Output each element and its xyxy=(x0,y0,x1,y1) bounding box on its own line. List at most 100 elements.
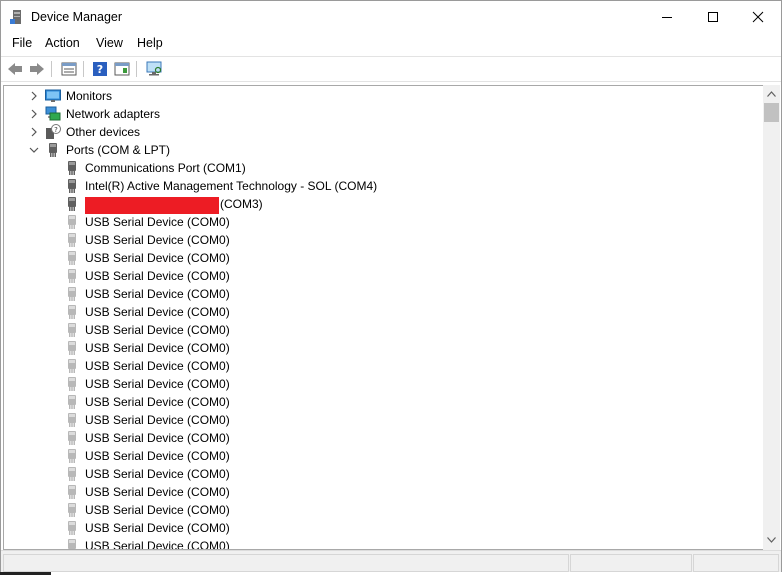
toolbar-separator xyxy=(83,61,84,77)
port-device-row[interactable]: USB Serial Device (COM0) xyxy=(4,249,763,267)
port-device-label: USB Serial Device (COM0) xyxy=(85,341,230,355)
tree-category-other-devices[interactable]: ? Other devices xyxy=(4,123,763,141)
back-icon xyxy=(8,63,22,75)
menu-view[interactable]: View xyxy=(96,36,123,50)
port-device-label: USB Serial Device (COM0) xyxy=(85,305,230,319)
help-icon: ? xyxy=(93,62,107,76)
port-device-row[interactable]: USB Serial Device (COM0) xyxy=(4,357,763,375)
close-button[interactable] xyxy=(735,1,781,33)
chevron-up-icon xyxy=(767,90,776,97)
port-device-label: Intel(R) Active Management Technology - … xyxy=(85,179,378,193)
toolbar: ? xyxy=(1,56,781,82)
port-device-row[interactable]: USB Serial Device (COM0) xyxy=(4,429,763,447)
port-device-row[interactable]: USB Serial Device (COM0) xyxy=(4,375,763,393)
port-device-label: USB Serial Device (COM0) xyxy=(85,269,230,283)
port-device-row[interactable]: USB Serial Device (COM0) xyxy=(4,519,763,537)
view-icon xyxy=(114,62,130,76)
scan-hardware-button[interactable] xyxy=(145,60,163,78)
port-device-row[interactable]: USB Serial Device (COM0) xyxy=(4,465,763,483)
port-device-icon xyxy=(68,179,76,193)
port-device-row[interactable]: USB Serial Device (COM0) xyxy=(4,303,763,321)
monitor-icon xyxy=(45,89,61,102)
other-devices-icon: ? xyxy=(46,124,61,139)
vertical-scrollbar[interactable] xyxy=(763,85,780,550)
port-device-row[interactable]: USB Serial Device (COM0) xyxy=(4,501,763,519)
port-device-icon xyxy=(68,449,76,463)
tree-category-monitors[interactable]: Monitors xyxy=(4,87,763,105)
port-device-row[interactable]: USB Serial Device (COM0) xyxy=(4,213,763,231)
scan-monitor-icon xyxy=(146,61,162,76)
port-device-label: USB Serial Device (COM0) xyxy=(85,395,230,409)
scroll-down-button[interactable] xyxy=(763,531,780,548)
port-device-row[interactable]: Intel(R) Active Management Technology - … xyxy=(4,177,763,195)
port-device-row[interactable]: USB Serial Device (COM0) xyxy=(4,285,763,303)
port-device-label: USB Serial Device (COM0) xyxy=(85,449,230,463)
port-device-label: USB Serial Device (COM0) xyxy=(85,467,230,481)
port-device-icon xyxy=(68,251,76,265)
port-device-icon xyxy=(68,431,76,445)
port-device-row[interactable]: USB Serial Device (COM0) xyxy=(4,393,763,411)
chevron-right-icon[interactable] xyxy=(29,109,39,119)
scroll-up-button[interactable] xyxy=(763,85,780,102)
view-button[interactable] xyxy=(113,60,131,78)
back-button[interactable] xyxy=(6,60,24,78)
port-device-label: USB Serial Device (COM0) xyxy=(85,233,230,247)
forward-button[interactable] xyxy=(28,60,46,78)
port-device-row[interactable]: USB Serial Device (COM0) xyxy=(4,537,763,550)
port-device-icon xyxy=(68,503,76,517)
device-manager-window: Device Manager File Action View Help ? M… xyxy=(0,0,782,574)
minimize-button[interactable] xyxy=(644,1,690,33)
tree-category-label: Ports (COM & LPT) xyxy=(66,143,171,157)
status-panel-main xyxy=(3,554,569,572)
port-device-row[interactable]: USB Serial Device (COM0) xyxy=(4,411,763,429)
redaction-block xyxy=(85,197,219,214)
device-manager-app-icon xyxy=(10,10,21,24)
menu-action[interactable]: Action xyxy=(45,36,80,50)
menu-file[interactable]: File xyxy=(12,36,32,50)
menu-help[interactable]: Help xyxy=(137,36,163,50)
port-device-row[interactable]: USB Serial Device (COM0) xyxy=(4,267,763,285)
scrollbar-thumb[interactable] xyxy=(764,103,779,122)
port-device-row[interactable]: USB Serial Device (COM0) xyxy=(4,321,763,339)
maximize-button[interactable] xyxy=(690,1,736,33)
port-device-icon xyxy=(68,521,76,535)
port-device-icon xyxy=(68,395,76,409)
port-device-label: USB Serial Device (COM0) xyxy=(85,539,230,550)
help-button[interactable]: ? xyxy=(91,60,109,78)
tree-category-network-adapters[interactable]: Network adapters xyxy=(4,105,763,123)
svg-text:?: ? xyxy=(97,63,103,76)
window-title: Device Manager xyxy=(31,10,123,24)
port-device-icon xyxy=(68,485,76,499)
port-device-label: Communications Port (COM1) xyxy=(85,161,246,175)
title-bar: Device Manager xyxy=(1,1,781,33)
chevron-right-icon[interactable] xyxy=(29,127,39,137)
toolbar-separator xyxy=(51,61,52,77)
port-device-icon xyxy=(68,269,76,283)
port-device-row[interactable]: Communications Port (COM1) xyxy=(4,159,763,177)
port-device-label: USB Serial Device (COM0) xyxy=(85,377,230,391)
port-device-icon xyxy=(68,323,76,337)
port-device-label: USB Serial Device (COM0) xyxy=(85,485,230,499)
port-device-label: USB Serial Device (COM0) xyxy=(85,287,230,301)
port-device-row[interactable]: USB Serial Device (COM0) xyxy=(4,231,763,249)
port-device-icon xyxy=(68,539,76,549)
port-device-icon xyxy=(68,341,76,355)
port-device-row[interactable]: (COM3) xyxy=(4,195,763,214)
properties-button[interactable] xyxy=(60,60,78,78)
forward-icon xyxy=(30,63,44,75)
device-tree[interactable]: Monitors Network adapters ? Other device… xyxy=(3,85,764,550)
tree-category-label: Monitors xyxy=(66,89,113,103)
tree-category-ports[interactable]: Ports (COM & LPT) xyxy=(4,141,763,159)
port-device-icon xyxy=(68,305,76,319)
port-device-row[interactable]: USB Serial Device (COM0) xyxy=(4,483,763,501)
port-device-row[interactable]: USB Serial Device (COM0) xyxy=(4,339,763,357)
port-device-icon xyxy=(68,359,76,373)
chevron-right-icon[interactable] xyxy=(29,91,39,101)
port-device-icon xyxy=(68,161,76,175)
chevron-down-icon[interactable] xyxy=(29,145,39,155)
port-device-label: USB Serial Device (COM0) xyxy=(85,521,230,535)
port-device-row[interactable]: USB Serial Device (COM0) xyxy=(4,447,763,465)
maximize-icon xyxy=(708,12,718,22)
port-device-label: (COM3) xyxy=(220,197,263,211)
port-device-icon xyxy=(68,467,76,481)
